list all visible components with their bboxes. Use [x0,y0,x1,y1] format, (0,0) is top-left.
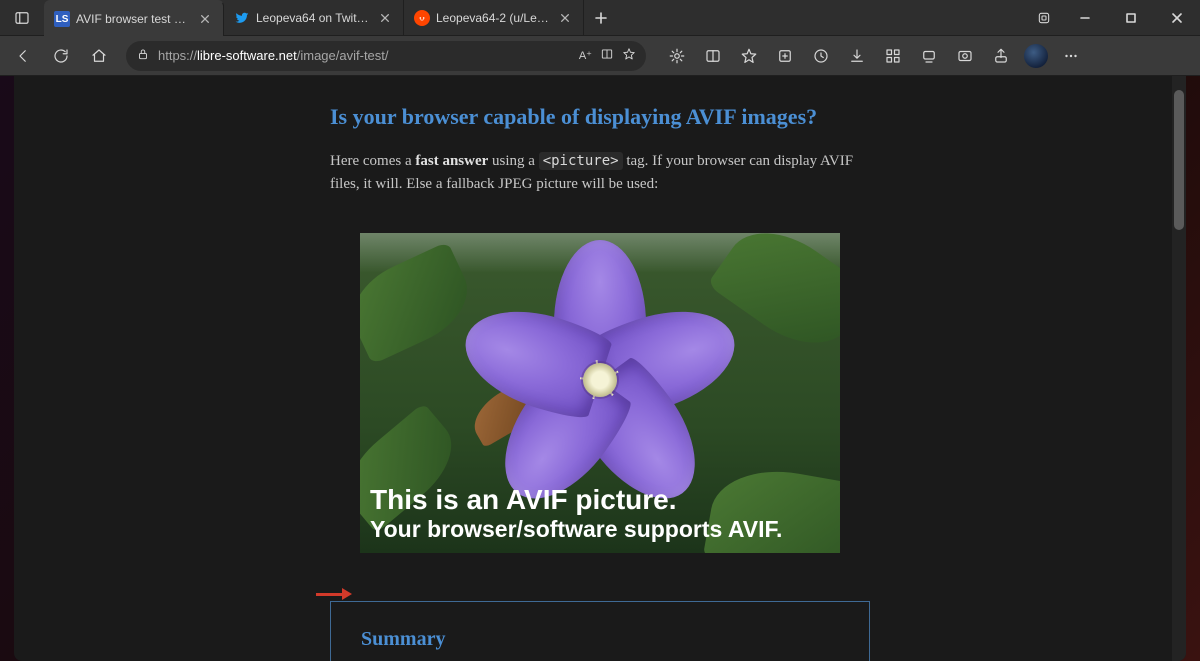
downloads-icon[interactable] [840,40,874,72]
browser-tab-3[interactable]: Leopeva64-2 (u/Leopeva64-2) - R… [404,0,584,36]
avif-test-image: This is an AVIF picture. Your browser/so… [360,233,840,553]
window-controls [1026,0,1200,35]
titlebar: LS AVIF browser test page: AVIF sup… Leo… [0,0,1200,36]
tab-actions-button[interactable] [0,0,44,35]
summary-heading: Summary [361,628,839,651]
favicon: LS [54,11,70,27]
new-tab-button[interactable] [584,0,618,35]
tab-title: Leopeva64-2 (u/Leopeva64-2) - R… [436,11,551,25]
apps-icon[interactable] [876,40,910,72]
tab-strip: LS AVIF browser test page: AVIF sup… Leo… [44,0,618,35]
reddit-icon [414,10,430,26]
tab-close-button[interactable] [377,10,393,26]
image-caption: This is an AVIF picture. Your browser/so… [370,484,782,543]
tab-title: AVIF browser test page: AVIF sup… [76,12,191,26]
browser-tab-1[interactable]: LS AVIF browser test page: AVIF sup… [44,0,224,36]
split-screen-icon[interactable] [696,40,730,72]
web-capture-icon[interactable] [948,40,982,72]
history-icon[interactable] [804,40,838,72]
tab-close-button[interactable] [557,10,573,26]
favorite-star-icon[interactable] [622,47,636,64]
extensions-icon[interactable] [660,40,694,72]
page-viewport: Is your browser capable of displaying AV… [14,76,1186,661]
tab-close-button[interactable] [197,11,213,27]
annotation-arrow [316,588,352,600]
performance-icon[interactable] [912,40,946,72]
back-button[interactable] [6,40,40,72]
intro-paragraph: Here comes a fast answer using a <pictur… [330,150,870,197]
maximize-button[interactable] [1108,0,1154,35]
browser-tab-2[interactable]: Leopeva64 on Twitter: "This sam… [224,0,404,36]
scrollbar-thumb[interactable] [1174,90,1184,230]
share-icon[interactable] [984,40,1018,72]
window-close-button[interactable] [1154,0,1200,35]
page-heading: Is your browser capable of displaying AV… [330,104,870,130]
twitter-icon [234,10,250,26]
url-text: https://libre-software.net/image/avif-te… [158,48,571,63]
copilot-icon[interactable] [1026,0,1062,35]
more-menu-icon[interactable] [1054,40,1088,72]
profile-avatar[interactable] [1024,44,1048,68]
home-button[interactable] [82,40,116,72]
refresh-button[interactable] [44,40,78,72]
summary-box: Summary Which browsers are capable of di… [330,601,870,661]
address-bar[interactable]: https://libre-software.net/image/avif-te… [126,41,646,71]
vertical-scrollbar[interactable] [1172,76,1186,661]
collections-icon[interactable] [768,40,802,72]
lock-icon [136,47,150,64]
favorites-icon[interactable] [732,40,766,72]
tab-title: Leopeva64 on Twitter: "This sam… [256,11,371,25]
minimize-button[interactable] [1062,0,1108,35]
read-aloud-icon[interactable]: A⁺ [579,49,592,62]
toolbar: https://libre-software.net/image/avif-te… [0,36,1200,76]
enter-immersive-reader-icon[interactable] [600,47,614,64]
